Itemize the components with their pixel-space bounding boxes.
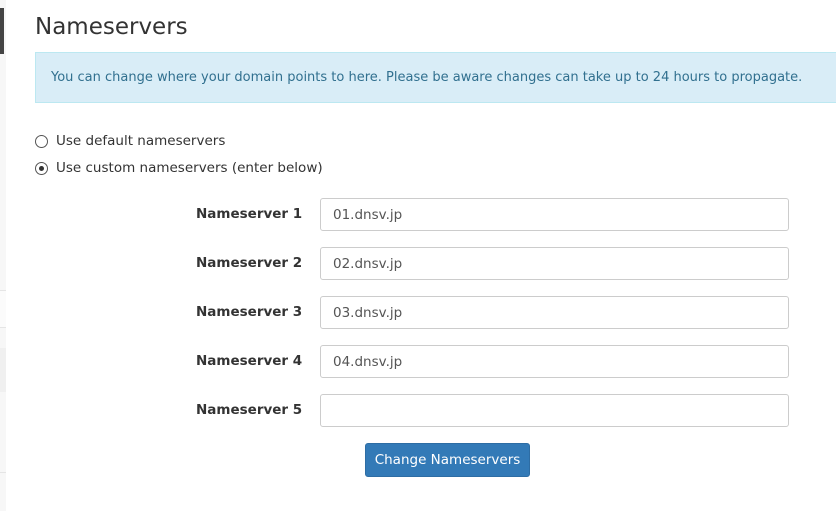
custom-nameservers-radio[interactable] xyxy=(35,161,48,175)
default-nameservers-radio[interactable] xyxy=(35,134,48,148)
sidebar-fragment xyxy=(0,290,6,328)
nameserver-5-input[interactable] xyxy=(320,394,789,427)
nameserver-3-label: Nameserver 3 xyxy=(196,304,303,320)
nameserver-5-label: Nameserver 5 xyxy=(196,402,303,418)
custom-nameservers-label: Use custom nameservers (enter below) xyxy=(56,160,323,176)
sidebar-fragment xyxy=(0,348,6,392)
sidebar-active-indicator xyxy=(0,8,4,54)
default-nameservers-option[interactable]: Use default nameservers xyxy=(35,132,225,150)
sidebar-edge xyxy=(0,0,6,511)
custom-nameservers-option[interactable]: Use custom nameservers (enter below) xyxy=(35,159,323,177)
nameserver-2-label: Nameserver 2 xyxy=(196,255,303,271)
change-nameservers-button[interactable]: Change Nameservers xyxy=(365,443,530,477)
page-title: Nameservers xyxy=(35,14,188,40)
nameserver-1-label: Nameserver 1 xyxy=(196,206,303,222)
nameserver-3-input[interactable] xyxy=(320,296,789,329)
default-nameservers-label: Use default nameservers xyxy=(56,133,226,149)
nameserver-4-input[interactable] xyxy=(320,345,789,378)
info-alert: You can change where your domain points … xyxy=(35,52,836,103)
nameservers-page: Nameservers You can change where your do… xyxy=(0,0,836,511)
nameserver-2-input[interactable] xyxy=(320,247,789,280)
nameserver-4-label: Nameserver 4 xyxy=(196,353,303,369)
sidebar-divider xyxy=(0,472,6,473)
nameserver-1-input[interactable] xyxy=(320,198,789,231)
